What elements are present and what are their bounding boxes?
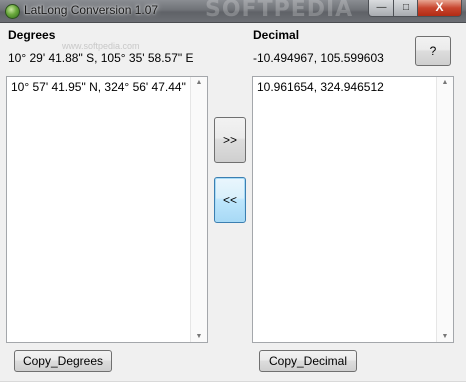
scroll-down-arrow-icon[interactable]: ▼ bbox=[191, 333, 207, 340]
copy-degrees-button[interactable]: Copy_Degrees bbox=[14, 350, 112, 372]
convert-to-decimal-button[interactable]: >> bbox=[214, 117, 246, 163]
decimal-textbox[interactable]: 10.961654, 324.946512 ▲ ▼ bbox=[252, 76, 454, 343]
degrees-heading: Degrees bbox=[8, 28, 56, 42]
main-panel: Degrees 10° 29' 41.88" S, 105° 35' 58.57… bbox=[0, 23, 466, 382]
maximize-button[interactable]: □ bbox=[393, 0, 419, 17]
decimal-input-value: 10.961654, 324.946512 bbox=[257, 80, 384, 94]
decimal-result: -10.494967, 105.599603 bbox=[253, 51, 384, 65]
degrees-scrollbar[interactable]: ▲ ▼ bbox=[190, 77, 207, 342]
scroll-up-arrow-icon[interactable]: ▲ bbox=[437, 79, 453, 86]
scroll-down-arrow-icon[interactable]: ▼ bbox=[437, 333, 453, 340]
title-bar[interactable]: LatLong Conversion 1.07 SOFTPEDIA — □ X bbox=[0, 0, 466, 23]
convert-to-degrees-button[interactable]: << bbox=[214, 177, 246, 223]
watermark-url: www.softpedia.com bbox=[62, 41, 140, 51]
app-globe-icon bbox=[5, 4, 20, 19]
decimal-scrollbar[interactable]: ▲ ▼ bbox=[436, 77, 453, 342]
close-button[interactable]: X bbox=[417, 0, 462, 17]
help-button[interactable]: ? bbox=[415, 36, 451, 66]
scroll-up-arrow-icon[interactable]: ▲ bbox=[191, 79, 207, 86]
window-title: LatLong Conversion 1.07 bbox=[24, 3, 159, 17]
degrees-result: 10° 29' 41.88" S, 105° 35' 58.57" E bbox=[8, 51, 194, 65]
degrees-input-value: 10° 57' 41.95" N, 324° 56' 47.44" E bbox=[11, 80, 198, 94]
copy-decimal-button[interactable]: Copy_Decimal bbox=[259, 350, 357, 372]
decimal-heading: Decimal bbox=[253, 28, 300, 42]
degrees-textbox[interactable]: 10° 57' 41.95" N, 324° 56' 47.44" E ▲ ▼ bbox=[6, 76, 208, 343]
watermark: SOFTPEDIA bbox=[205, 0, 354, 22]
minimize-button[interactable]: — bbox=[368, 0, 395, 17]
